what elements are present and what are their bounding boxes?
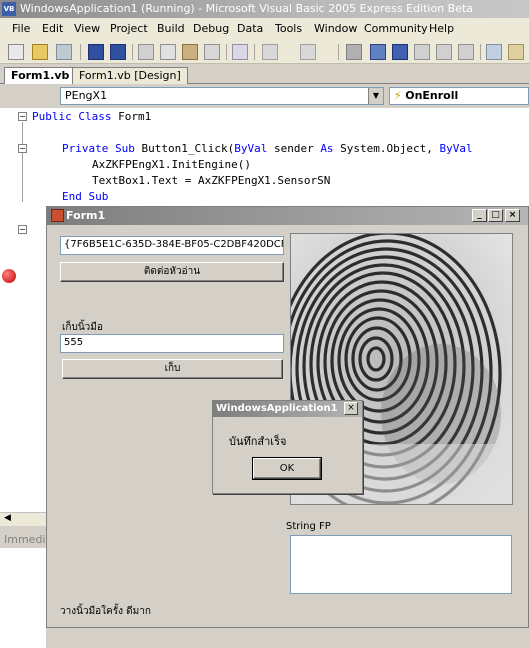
menu-bar: File Edit View Project Build Debug Data …: [0, 18, 529, 40]
status-label: วางนิ้วมือใครั้ง ดีมาก: [60, 606, 151, 617]
tab-form1-code[interactable]: Form1.vb: [4, 67, 77, 84]
code-line-1: Public Class Form1: [32, 110, 151, 123]
maximize-button[interactable]: □: [488, 209, 503, 222]
redo-icon[interactable]: [300, 44, 316, 60]
keyword: As: [320, 142, 334, 155]
sensor-sn-textbox[interactable]: {7F6B5E1C-635D-384E-BF05-C2DBF420DCF5}: [60, 236, 284, 255]
menu-debug[interactable]: Debug: [193, 22, 229, 35]
menu-project[interactable]: Project: [110, 22, 148, 35]
code-text: sender: [267, 142, 321, 155]
menu-file[interactable]: File: [12, 22, 30, 35]
toolbar-separator: [226, 44, 227, 60]
solution-explorer-icon[interactable]: [486, 44, 502, 60]
menu-tools[interactable]: Tools: [275, 22, 302, 35]
keyword: Private Sub: [62, 142, 135, 155]
menu-data[interactable]: Data: [237, 22, 263, 35]
toolbar-separator: [338, 44, 339, 60]
paste-icon[interactable]: [182, 44, 198, 60]
event-icon: ⚡: [394, 89, 402, 102]
continue-icon[interactable]: [346, 44, 362, 60]
ok-button[interactable]: OK: [252, 457, 322, 480]
message-box-close-button[interactable]: ×: [344, 402, 358, 415]
delete-icon[interactable]: [204, 44, 220, 60]
object-dropdown-value: PEngX1: [65, 89, 108, 102]
cut-icon[interactable]: [138, 44, 154, 60]
save-fingerprint-button[interactable]: เก็บ: [62, 359, 283, 379]
menu-help[interactable]: Help: [429, 22, 454, 35]
toolbar: [0, 40, 529, 64]
comment-icon[interactable]: [232, 44, 248, 60]
keyword: ByVal: [439, 142, 473, 155]
step-into-icon[interactable]: [414, 44, 430, 60]
toolbar-separator: [480, 44, 481, 60]
menu-view[interactable]: View: [74, 22, 100, 35]
vb-logo-icon: VB: [2, 2, 16, 16]
outline-line: [22, 122, 23, 202]
step-out-icon[interactable]: [458, 44, 474, 60]
code-text: Button1_Click(: [134, 142, 235, 155]
form-icon: [51, 209, 64, 222]
message-text: บันทึกสำเร็จ: [229, 435, 287, 448]
properties-icon[interactable]: [508, 44, 524, 60]
event-dropdown[interactable]: ⚡ OnEnroll: [389, 87, 529, 105]
save-icon[interactable]: [88, 44, 104, 60]
enroll-id-textbox[interactable]: 555: [60, 334, 284, 353]
new-project-icon[interactable]: [8, 44, 24, 60]
close-button[interactable]: ×: [505, 209, 520, 222]
undo-icon[interactable]: [262, 44, 278, 60]
document-tabs: Form1.vb Form1.vb [Design]: [0, 64, 529, 84]
code-text: System.Object,: [333, 142, 440, 155]
chevron-down-icon[interactable]: ▼: [368, 88, 383, 104]
copy-icon[interactable]: [160, 44, 176, 60]
minimize-button[interactable]: _: [472, 209, 487, 222]
stop-icon[interactable]: [392, 44, 408, 60]
editor-gutter: [0, 108, 16, 526]
enroll-label: เก็บนิ้วมือ: [62, 322, 103, 333]
connect-reader-button[interactable]: ติดต่อหัวอ่าน: [60, 262, 284, 282]
menu-window[interactable]: Window: [314, 22, 357, 35]
event-dropdown-value: OnEnroll: [405, 89, 459, 102]
immediate-window[interactable]: [0, 548, 46, 648]
open-folder-icon[interactable]: [32, 44, 48, 60]
code-line-4: TextBox1.Text = AxZKFPEngX1.SensorSN: [92, 174, 331, 187]
menu-build[interactable]: Build: [157, 22, 185, 35]
ide-title: WindowsApplication1 (Running) - Microsof…: [20, 2, 474, 15]
message-box-title: WindowsApplication1: [216, 403, 338, 414]
keyword: ByVal: [234, 142, 268, 155]
immediate-window-title[interactable]: Immediat: [0, 532, 57, 548]
step-over-icon[interactable]: [436, 44, 452, 60]
code-line-3: AxZKFPEngX1.InitEngine(): [92, 158, 251, 171]
toolbar-separator: [254, 44, 255, 60]
toolbar-separator: [132, 44, 133, 60]
code-line-5: End Sub: [62, 190, 109, 203]
collapse-sub2-icon[interactable]: −: [18, 225, 27, 234]
scroll-left-icon[interactable]: ◀: [4, 513, 11, 523]
pause-icon[interactable]: [370, 44, 386, 60]
string-fp-textbox[interactable]: [290, 535, 512, 594]
ide-title-bar: WindowsApplication1 (Running) - Microsof…: [0, 0, 529, 18]
code-line-2: Private Sub Button1_Click(ByVal sender A…: [62, 142, 473, 155]
toolbar-separator: [80, 44, 81, 60]
string-fp-label: String FP: [286, 521, 331, 532]
tab-form1-design[interactable]: Form1.vb [Design]: [72, 67, 188, 84]
form1-title-bar[interactable]: [47, 207, 528, 225]
menu-community[interactable]: Community: [364, 22, 428, 35]
keyword: Public Class: [32, 110, 112, 123]
breakpoint-icon[interactable]: [2, 269, 16, 283]
form1-title: Form1: [66, 209, 106, 222]
object-dropdown[interactable]: PEngX1 ▼: [60, 87, 384, 105]
code-nav-bar: PEngX1 ▼ ⚡ OnEnroll: [0, 84, 529, 108]
add-item-icon[interactable]: [56, 44, 72, 60]
collapse-sub-icon[interactable]: −: [18, 144, 27, 153]
code-text: Form1: [111, 110, 152, 123]
save-all-icon[interactable]: [110, 44, 126, 60]
menu-edit[interactable]: Edit: [42, 22, 63, 35]
collapse-class-icon[interactable]: −: [18, 112, 27, 121]
